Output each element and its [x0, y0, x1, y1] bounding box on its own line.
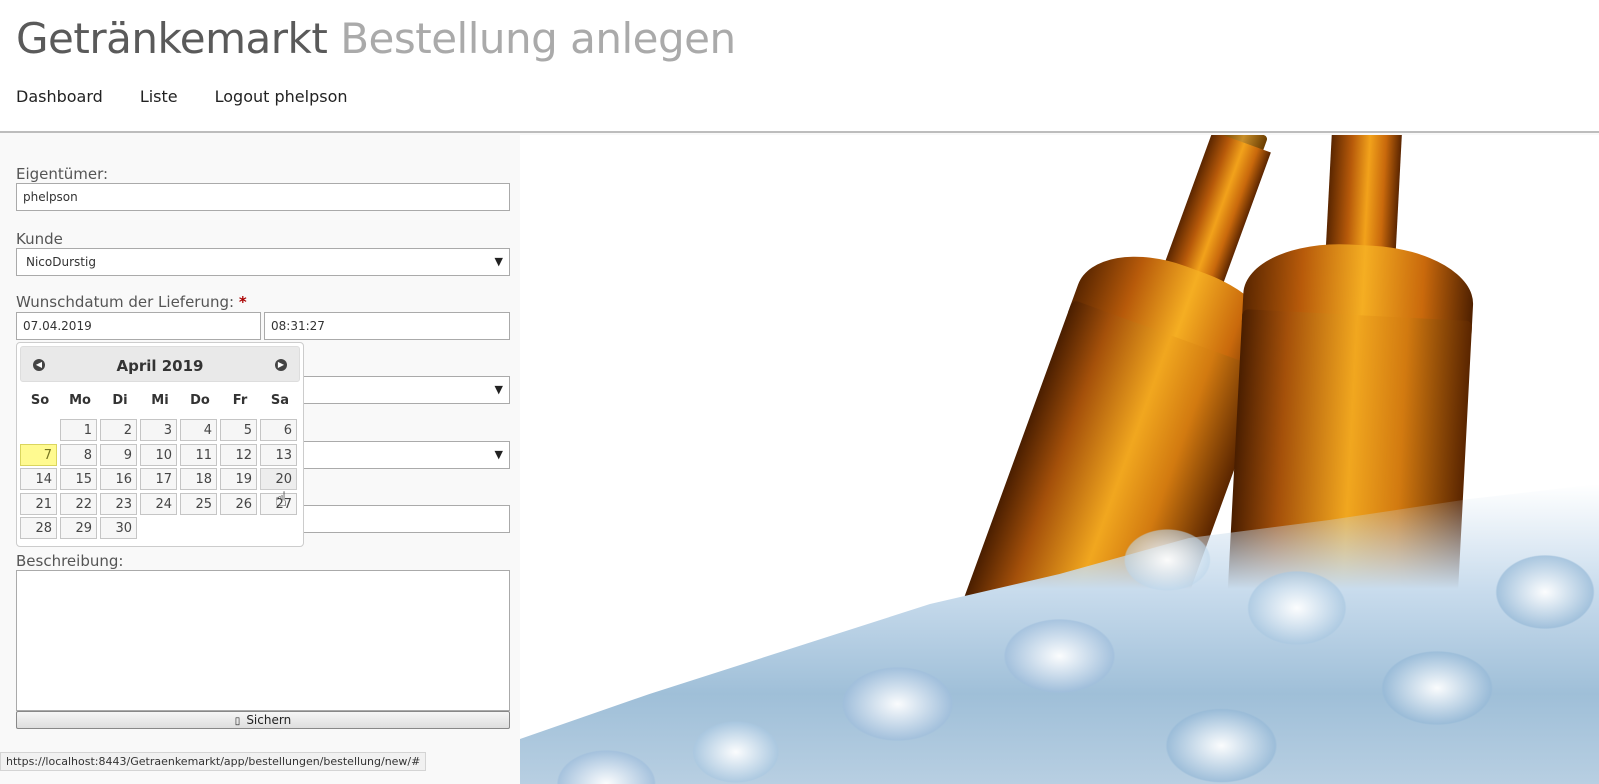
- datepicker-day[interactable]: 1: [60, 419, 97, 441]
- page-subtitle: Bestellung anlegen: [340, 14, 736, 63]
- datepicker-day[interactable]: 30: [100, 517, 137, 539]
- datepicker-day[interactable]: 25: [180, 492, 217, 515]
- weekday-label: Sa: [270, 393, 290, 408]
- weekday-label: Mi: [151, 393, 169, 408]
- datepicker-popup: ◀ April 2019 ▶ So Mo Di Mi Do Fr Sa 1234…: [16, 342, 304, 547]
- required-marker: *: [238, 293, 247, 311]
- weekday-label: So: [30, 393, 50, 408]
- delivery-date-input[interactable]: 07.04.2019: [16, 312, 261, 340]
- datepicker-day[interactable]: 9: [100, 443, 137, 466]
- datepicker-day[interactable]: 2: [100, 419, 137, 441]
- description-label: Beschreibung:: [16, 552, 124, 570]
- datepicker-day[interactable]: 24: [140, 492, 177, 515]
- datepicker-day[interactable]: 13: [260, 443, 297, 466]
- main-nav: Dashboard Liste Logout phelpson: [16, 87, 385, 106]
- datepicker-day[interactable]: 17: [140, 468, 177, 490]
- delivery-date-label: Wunschdatum der Lieferung: *: [16, 293, 247, 311]
- datepicker-day[interactable]: 6: [260, 419, 297, 441]
- datepicker-header: ◀ April 2019 ▶: [20, 346, 300, 382]
- delivery-date-label-text: Wunschdatum der Lieferung:: [16, 293, 235, 311]
- datepicker-day[interactable]: 15: [60, 468, 97, 490]
- app-title: Getränkemarkt: [16, 14, 328, 63]
- datepicker-day[interactable]: 21: [20, 492, 57, 515]
- dropdown-arrow-icon: ▼: [494, 448, 503, 461]
- page-title: Getränkemarkt Bestellung anlegen: [16, 14, 736, 63]
- datepicker-day[interactable]: 14: [20, 468, 57, 490]
- datepicker-day-today[interactable]: 7: [20, 443, 57, 466]
- datepicker-day[interactable]: 26: [220, 492, 257, 515]
- nav-dashboard-link[interactable]: Dashboard: [16, 87, 103, 106]
- datepicker-day[interactable]: 4: [180, 419, 217, 441]
- datepicker-day[interactable]: 23: [100, 492, 137, 515]
- datepicker-day[interactable]: 8: [60, 443, 97, 466]
- datepicker-day[interactable]: 18: [180, 468, 217, 490]
- beer-hero-image: [520, 135, 1599, 784]
- save-button[interactable]: ▯ Sichern: [16, 711, 510, 729]
- browser-status-url: https://localhost:8443/Getraenkemarkt/ap…: [0, 752, 427, 771]
- description-textarea[interactable]: [16, 570, 510, 711]
- datepicker-day[interactable]: 10: [140, 443, 177, 466]
- datepicker-day[interactable]: 12: [220, 443, 257, 466]
- nav-list-link[interactable]: Liste: [140, 87, 178, 106]
- owner-label: Eigentümer:: [16, 165, 109, 183]
- datepicker-day[interactable]: 29: [60, 517, 97, 539]
- datepicker-day[interactable]: 3: [140, 419, 177, 441]
- weekday-label: Di: [112, 393, 128, 408]
- delivery-time-input[interactable]: 08:31:27: [264, 312, 510, 340]
- save-button-label: Sichern: [246, 713, 292, 727]
- weekday-label: Mo: [69, 393, 91, 408]
- datepicker-day[interactable]: 22: [60, 492, 97, 515]
- weekday-label: Fr: [232, 393, 248, 408]
- weekday-header: So Mo Di Mi Do Fr Sa: [20, 393, 301, 408]
- save-icon: ▯: [234, 716, 241, 727]
- next-month-icon[interactable]: ▶: [275, 359, 287, 371]
- customer-select[interactable]: NicoDurstig ▼: [16, 248, 510, 276]
- dropdown-arrow-icon: ▼: [494, 255, 503, 268]
- dropdown-arrow-icon: ▼: [494, 383, 503, 396]
- owner-field[interactable]: phelpson: [16, 183, 510, 211]
- customer-label: Kunde: [16, 230, 63, 248]
- nav-logout-link[interactable]: Logout phelpson: [215, 87, 348, 106]
- customer-select-value: NicoDurstig: [26, 255, 96, 269]
- app-header: Getränkemarkt Bestellung anlegen Dashboa…: [0, 0, 1599, 133]
- hand-cursor-icon: ☝: [275, 487, 288, 511]
- datepicker-title: April 2019: [116, 357, 204, 375]
- ice-highlights: [520, 464, 1599, 784]
- datepicker-day[interactable]: 16: [100, 468, 137, 490]
- datepicker-day[interactable]: 5: [220, 419, 257, 441]
- weekday-label: Do: [190, 393, 210, 408]
- datepicker-day[interactable]: 28: [20, 517, 57, 539]
- datepicker-day[interactable]: 19: [220, 468, 257, 490]
- datepicker-day[interactable]: 11: [180, 443, 217, 466]
